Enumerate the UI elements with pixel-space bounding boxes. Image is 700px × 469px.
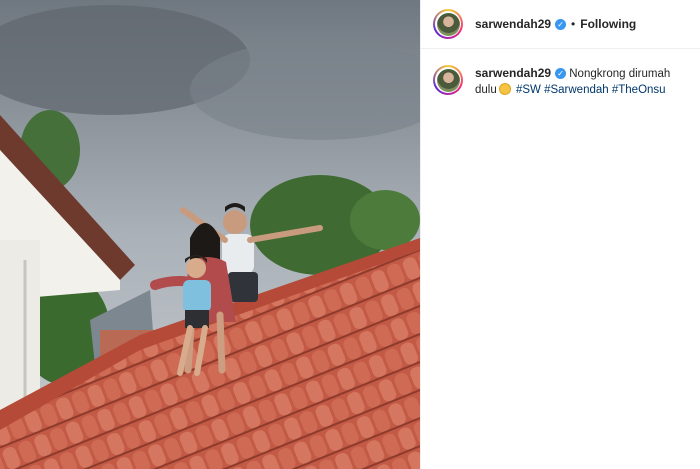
instagram-post: sarwendah29 ✓ • Following sarwendah29 ✓ N… xyxy=(0,0,700,469)
caption-avatar[interactable] xyxy=(433,65,463,95)
post-photo[interactable] xyxy=(0,0,420,469)
caption-verified-badge-icon: ✓ xyxy=(555,68,567,80)
post-side-panel: sarwendah29 ✓ • Following sarwendah29 ✓ N… xyxy=(420,0,700,469)
hashtag-link[interactable]: #Sarwendah xyxy=(544,84,609,96)
hashtag-link[interactable]: #TheOnsu xyxy=(612,84,666,96)
caption-text: sarwendah29 ✓ Nongkrong dirumah dulu #SW … xyxy=(475,65,688,98)
username-link[interactable]: sarwendah29 xyxy=(475,17,551,31)
post-header: sarwendah29 ✓ • Following xyxy=(421,0,700,49)
verified-badge-icon: ✓ xyxy=(555,18,567,30)
caption-avatar-photo xyxy=(436,68,460,92)
separator-dot: • xyxy=(571,17,576,31)
avatar[interactable] xyxy=(433,9,463,39)
caption-row: sarwendah29 ✓ Nongkrong dirumah dulu #SW … xyxy=(421,49,700,98)
avatar-photo xyxy=(436,12,460,36)
laughing-emoji-icon xyxy=(498,83,511,95)
caption-username-link[interactable]: sarwendah29 xyxy=(475,66,551,80)
photo-illustration xyxy=(0,0,420,469)
following-button[interactable]: Following xyxy=(580,17,636,31)
hashtag-link[interactable]: #SW xyxy=(516,84,541,96)
